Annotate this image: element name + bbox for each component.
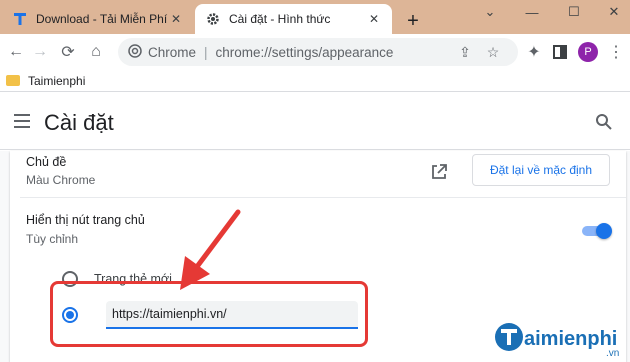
bookmark-star-icon[interactable]: ☆ [484, 43, 502, 61]
extensions-icon[interactable]: ✦ [522, 40, 546, 64]
reset-theme-button[interactable]: Đặt lại về mặc định [472, 154, 610, 186]
search-icon[interactable] [594, 112, 614, 132]
back-icon[interactable]: ← [4, 40, 28, 64]
maximize-icon[interactable]: ☐ [554, 0, 594, 24]
share-icon[interactable]: ⇪ [456, 43, 474, 61]
tab-title: Cài đặt - Hình thức [229, 12, 331, 26]
page-title: Cài đặt [44, 110, 114, 135]
omnibox[interactable]: Chrome | chrome://settings/appearance ⇪ … [118, 38, 518, 66]
tab-settings[interactable]: Cài đặt - Hình thức ✕ [195, 4, 392, 34]
home-button-title: Hiển thị nút trang chủ [26, 213, 145, 227]
taimienphi-t-icon [12, 11, 28, 27]
bookmarks-bar: Taimienphi [0, 70, 630, 92]
tab-strip: Download - Tải Miễn Phí VN ✕ Cài đặt - H… [0, 0, 630, 34]
folder-icon [6, 75, 20, 86]
tab-download[interactable]: Download - Tải Miễn Phí VN ✕ [4, 4, 192, 34]
omnibox-separator: | [204, 44, 208, 60]
close-icon[interactable]: ✕ [366, 11, 382, 27]
menu-icon[interactable]: ⋮ [604, 40, 628, 64]
theme-title: Chủ đề [26, 155, 67, 169]
minimize-icon[interactable]: — [512, 0, 552, 24]
home-button-toggle[interactable] [578, 221, 614, 241]
url-text: chrome://settings/appearance [215, 44, 394, 60]
open-external-icon[interactable] [428, 161, 450, 183]
bookmark-item[interactable]: Taimienphi [28, 74, 85, 88]
site-label: Chrome [148, 44, 197, 60]
side-panel-icon[interactable] [548, 40, 572, 64]
close-icon[interactable]: ✕ [168, 11, 184, 27]
highlight-box [50, 281, 368, 347]
chevron-down-icon[interactable]: ⌄ [470, 0, 510, 24]
toolbar: ← → ⟳ ⌂ Chrome | chrome://settings/appea… [0, 34, 630, 70]
hamburger-icon[interactable] [14, 114, 30, 128]
reload-icon[interactable]: ⟳ [56, 40, 80, 64]
tab-title: Download - Tải Miễn Phí VN [36, 12, 168, 26]
new-tab-button[interactable]: + [401, 9, 425, 33]
svg-text:.vn: .vn [606, 348, 619, 359]
svg-text:aimienphi: aimienphi [524, 328, 617, 350]
chrome-icon [128, 43, 142, 61]
home-icon[interactable]: ⌂ [84, 40, 108, 64]
home-button-subtitle: Tùy chỉnh [26, 232, 79, 246]
settings-header: Cài đặt [0, 92, 630, 150]
theme-subtitle: Màu Chrome [26, 173, 96, 187]
gear-icon [205, 11, 221, 27]
forward-icon[interactable]: → [28, 40, 52, 64]
taimienphi-logo: aimienphi .vn [492, 318, 626, 360]
avatar[interactable]: P [578, 42, 598, 62]
divider [20, 197, 626, 198]
close-icon[interactable]: ✕ [594, 0, 630, 24]
